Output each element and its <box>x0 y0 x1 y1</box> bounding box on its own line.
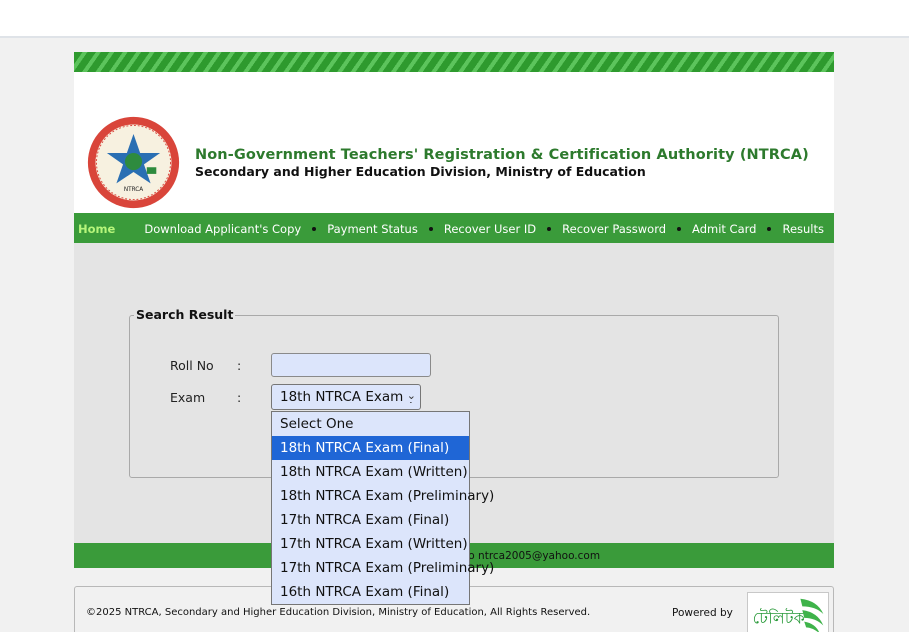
org-title: Non-Government Teachers' Registration & … <box>195 147 809 163</box>
nav-separator <box>312 227 317 231</box>
nav-separator <box>677 227 682 231</box>
nav-admit-card[interactable]: Admit Card <box>692 222 756 236</box>
teletalk-logo[interactable]: টেলিটক <box>747 592 829 632</box>
chevron-down-icon: ⌄ <box>404 389 416 402</box>
exam-select[interactable]: 18th NTRCA Exam ( ⌄ <box>271 384 421 410</box>
org-subtitle: Secondary and Higher Education Division,… <box>195 164 646 179</box>
search-result-legend: Search Result <box>134 307 236 322</box>
nav-separator <box>547 227 552 231</box>
exam-select-value: 18th NTRCA Exam ( <box>280 389 413 405</box>
nav-separator <box>767 227 772 231</box>
browser-top-bar <box>0 0 909 38</box>
nav-payment-status[interactable]: Payment Status <box>327 222 418 236</box>
ntrca-logo: NTRCA <box>87 116 180 209</box>
nav-items: Download Applicant's Copy Payment Status… <box>144 222 824 236</box>
site-header: NTRCA Non-Government Teachers' Registrat… <box>74 72 834 213</box>
exam-option[interactable]: 17th NTRCA Exam (Written) <box>272 532 469 556</box>
page-container: NTRCA Non-Government Teachers' Registrat… <box>74 52 834 213</box>
exam-option-highlighted[interactable]: 18th NTRCA Exam (Final) <box>272 436 469 460</box>
exam-colon: : <box>237 390 242 405</box>
nav-results[interactable]: Results <box>782 222 824 236</box>
teletalk-logo-text: টেলিটক <box>753 609 806 628</box>
logo-text: NTRCA <box>124 187 143 193</box>
exam-option[interactable]: 17th NTRCA Exam (Final) <box>272 508 469 532</box>
powered-by-label: Powered by <box>672 607 733 619</box>
copyright-text: ©2025 NTRCA, Secondary and Higher Educat… <box>86 607 591 618</box>
exam-option[interactable]: 16th NTRCA Exam (Final) <box>272 580 469 604</box>
exam-option[interactable]: 18th NTRCA Exam (Written) <box>272 460 469 484</box>
nav-recover-password[interactable]: Recover Password <box>562 222 666 236</box>
nav-recover-user-id[interactable]: Recover User ID <box>444 222 536 236</box>
nav-home[interactable]: Home <box>78 222 115 236</box>
exam-label: Exam <box>170 390 206 405</box>
header-stripe <box>74 52 834 72</box>
roll-no-colon: : <box>237 358 242 373</box>
exam-option[interactable]: 18th NTRCA Exam (Preliminary) <box>272 484 494 508</box>
exam-dropdown-list[interactable]: Select One 18th NTRCA Exam (Final) 18th … <box>271 411 494 605</box>
nav-separator <box>428 227 433 231</box>
main-nav: Home Download Applicant's Copy Payment S… <box>74 213 834 243</box>
exam-option[interactable]: 17th NTRCA Exam (Preliminary) <box>272 556 494 580</box>
nav-download-applicants-copy[interactable]: Download Applicant's Copy <box>144 222 301 236</box>
exam-option[interactable]: Select One <box>272 412 469 436</box>
roll-no-label: Roll No <box>170 358 214 373</box>
roll-no-input[interactable] <box>271 353 431 377</box>
